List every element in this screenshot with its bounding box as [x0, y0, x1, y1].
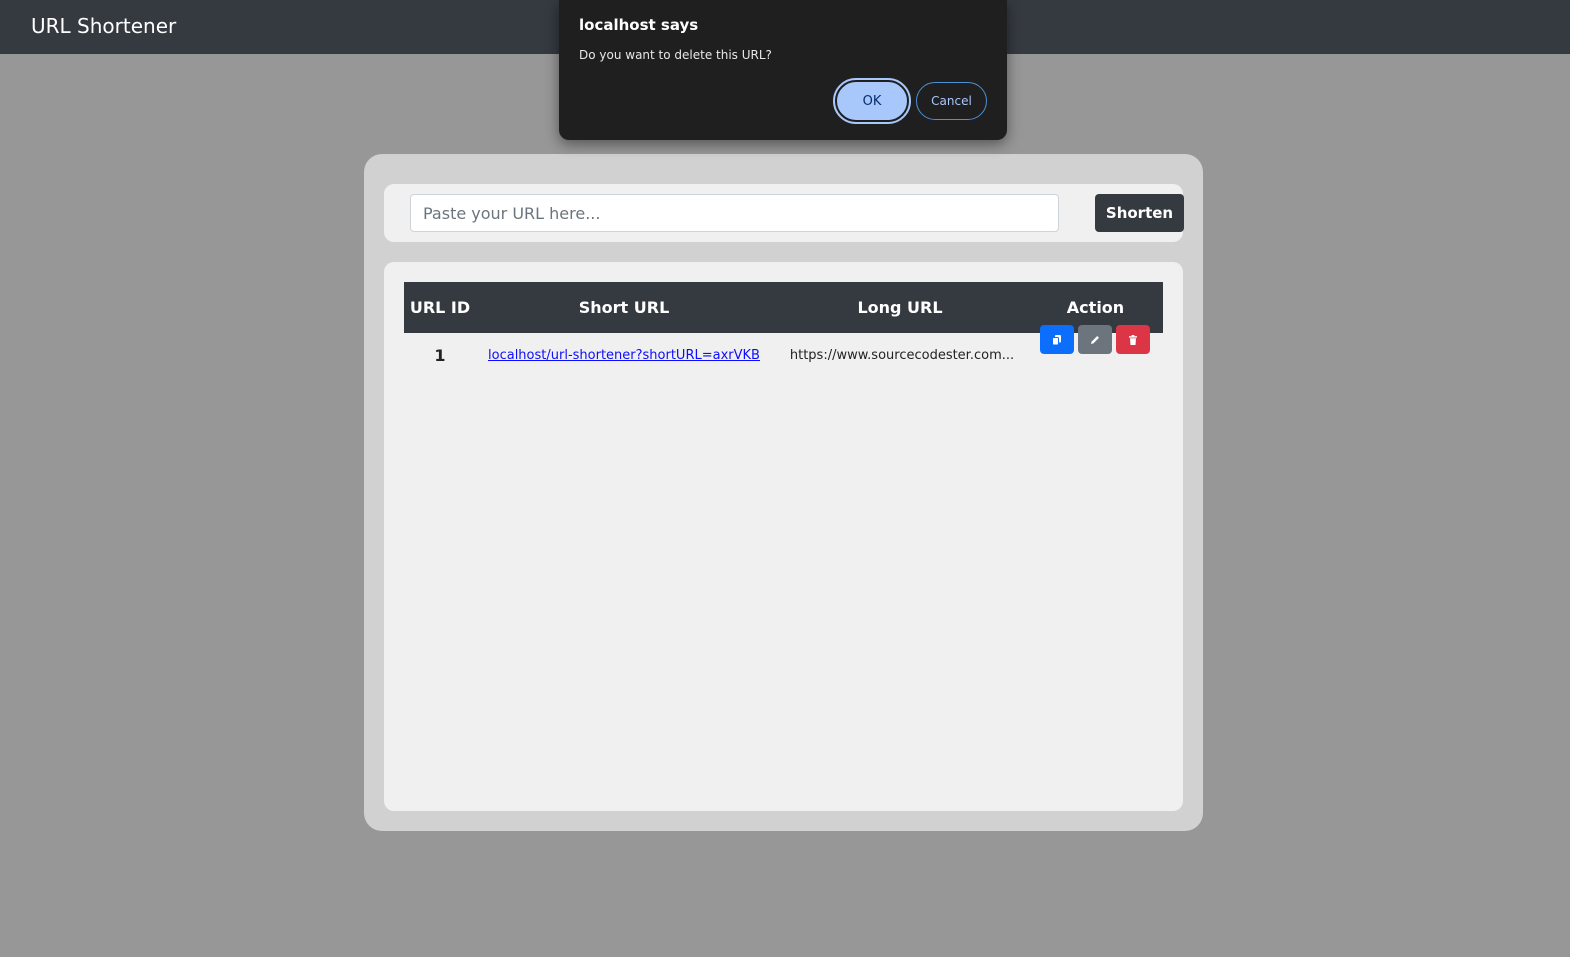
- shorten-button[interactable]: Shorten: [1095, 194, 1184, 232]
- copy-icon: [1052, 334, 1061, 345]
- pencil-icon: [1091, 335, 1099, 344]
- confirm-dialog: localhost says Do you want to delete thi…: [559, 0, 1007, 140]
- edit-button[interactable]: [1078, 325, 1112, 354]
- dialog-message: Do you want to delete this URL?: [579, 48, 772, 62]
- shorten-form: Shorten: [384, 184, 1184, 242]
- delete-button[interactable]: [1116, 325, 1150, 354]
- dialog-ok-button[interactable]: OK: [833, 78, 911, 124]
- url-table-panel: URL ID Short URL Long URL Action 1 local…: [384, 262, 1183, 811]
- row-url-id: 1: [434, 346, 446, 365]
- header-short-url: Short URL: [578, 298, 670, 317]
- copy-button[interactable]: [1040, 325, 1074, 354]
- row-short-url-cell: localhost/url-shortener?shortURL=axrVKB: [476, 333, 772, 381]
- dialog-cancel-button[interactable]: Cancel: [916, 82, 987, 120]
- header-long-url: Long URL: [857, 298, 943, 317]
- brand-title[interactable]: URL Shortener: [31, 13, 176, 39]
- url-input[interactable]: [410, 194, 1059, 232]
- main-card: Shorten URL ID Short URL Long URL Action…: [364, 154, 1203, 831]
- trash-icon: [1129, 334, 1137, 345]
- header-url-id: URL ID: [409, 298, 471, 317]
- short-url-link[interactable]: localhost/url-shortener?shortURL=axrVKB: [488, 348, 760, 363]
- row-long-url: https://www.sourcecodester.com...: [789, 348, 1015, 363]
- dialog-title: localhost says: [579, 16, 699, 34]
